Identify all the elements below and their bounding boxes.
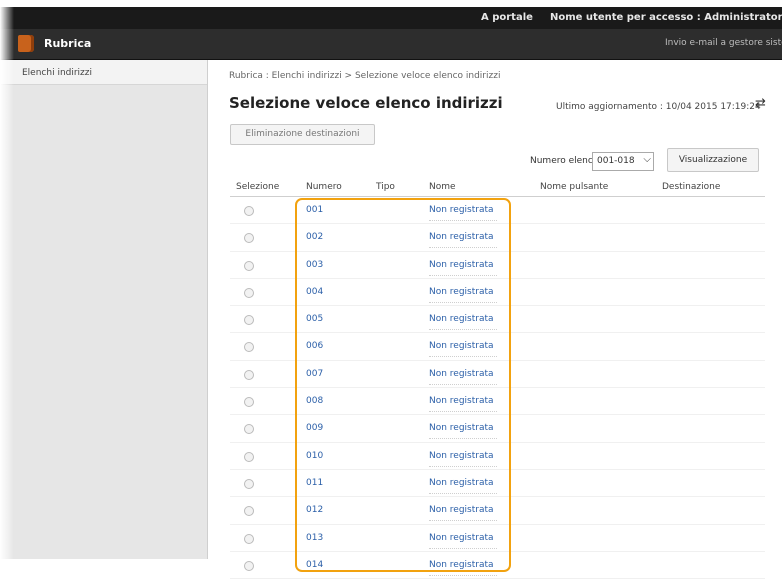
name-link[interactable]: Non registrata: [429, 478, 494, 488]
brand-bar: Rubrica Invio e-mail a gestore sistema: [0, 29, 782, 60]
table-row: 001 Non registrata: [230, 197, 765, 225]
number-link[interactable]: 007: [306, 369, 323, 379]
name-link[interactable]: Non registrata: [429, 287, 494, 297]
col-header-numero: Numero: [306, 182, 342, 192]
name-link[interactable]: Non registrata: [429, 533, 494, 543]
select-radio[interactable]: [244, 315, 254, 326]
table-row: 002 Non registrata: [230, 224, 765, 252]
name-link[interactable]: Non registrata: [429, 560, 494, 570]
delete-destinations-button[interactable]: Eliminazione destinazioni: [230, 124, 375, 145]
number-link[interactable]: 004: [306, 287, 323, 297]
table-row: 010 Non registrata: [230, 443, 765, 470]
name-link[interactable]: Non registrata: [429, 205, 494, 215]
refresh-icon[interactable]: ⇄: [755, 97, 769, 111]
select-radio[interactable]: [244, 287, 254, 298]
col-header-nome-pulsante: Nome pulsante: [540, 182, 609, 192]
name-link[interactable]: Non registrata: [429, 260, 494, 270]
user-logout-info[interactable]: Nome utente per accesso : Administrator …: [550, 12, 782, 23]
table-row: 012 Non registrata: [230, 497, 765, 525]
name-link[interactable]: Non registrata: [429, 232, 494, 242]
number-link[interactable]: 009: [306, 423, 323, 433]
number-link[interactable]: 012: [306, 505, 323, 515]
address-table: Selezione Numero Tipo Nome Nome pulsante…: [230, 178, 765, 579]
number-link[interactable]: 010: [306, 451, 323, 461]
select-radio[interactable]: [244, 506, 254, 517]
list-number-select[interactable]: 001-018 ⌵: [592, 152, 654, 171]
col-header-selezione: Selezione: [236, 182, 280, 192]
name-link[interactable]: Non registrata: [429, 396, 494, 406]
number-link[interactable]: 013: [306, 533, 323, 543]
main-content: Rubrica : Elenchi indirizzi > Selezione …: [208, 60, 782, 579]
sidebar-item-address-lists[interactable]: Elenchi indirizzi: [0, 60, 207, 85]
name-link[interactable]: Non registrata: [429, 505, 494, 515]
select-radio[interactable]: [244, 397, 254, 408]
table-header: Selezione Numero Tipo Nome Nome pulsante…: [230, 178, 765, 197]
breadcrumb: Rubrica : Elenchi indirizzi > Selezione …: [229, 71, 501, 81]
select-radio[interactable]: [244, 369, 254, 380]
mail-admin-link[interactable]: Invio e-mail a gestore sistema: [665, 38, 782, 48]
col-header-destinazione: Destinazione: [662, 182, 721, 192]
table-row: 014 Non registrata: [230, 552, 765, 579]
list-number-value: 001-018: [597, 156, 635, 166]
top-bar: A portale Nome utente per accesso : Admi…: [0, 7, 782, 29]
name-link[interactable]: Non registrata: [429, 369, 494, 379]
select-radio[interactable]: [244, 478, 254, 489]
select-radio[interactable]: [244, 533, 254, 544]
select-radio[interactable]: [244, 342, 254, 353]
number-link[interactable]: 003: [306, 260, 323, 270]
table-row: 011 Non registrata: [230, 470, 765, 498]
select-radio[interactable]: [244, 260, 254, 271]
address-book-icon: [18, 35, 34, 52]
select-radio[interactable]: [244, 233, 254, 244]
number-link[interactable]: 005: [306, 314, 323, 324]
view-button[interactable]: Visualizzazione: [667, 148, 759, 172]
table-row: 013 Non registrata: [230, 525, 765, 552]
table-row: 009 Non registrata: [230, 415, 765, 443]
number-link[interactable]: 006: [306, 341, 323, 351]
name-link[interactable]: Non registrata: [429, 341, 494, 351]
name-link[interactable]: Non registrata: [429, 423, 494, 433]
number-link[interactable]: 001: [306, 205, 323, 215]
name-link[interactable]: Non registrata: [429, 314, 494, 324]
number-link[interactable]: 014: [306, 560, 323, 570]
app-title: Rubrica: [44, 37, 92, 50]
chevron-down-icon: ⌵: [643, 154, 651, 165]
select-radio[interactable]: [244, 451, 254, 462]
name-link[interactable]: Non registrata: [429, 451, 494, 461]
table-row: 005 Non registrata: [230, 306, 765, 334]
col-header-nome: Nome: [429, 182, 456, 192]
select-radio[interactable]: [244, 206, 254, 216]
select-radio[interactable]: [244, 560, 254, 571]
page-title: Selezione veloce elenco indirizzi: [229, 94, 503, 112]
number-link[interactable]: 008: [306, 396, 323, 406]
table-row: 008 Non registrata: [230, 388, 765, 416]
number-link[interactable]: 002: [306, 232, 323, 242]
select-radio[interactable]: [244, 424, 254, 435]
col-header-tipo: Tipo: [376, 182, 395, 192]
table-row: 006 Non registrata: [230, 333, 765, 361]
portal-link[interactable]: A portale: [481, 12, 533, 23]
sidebar: Elenchi indirizzi: [0, 60, 208, 559]
number-link[interactable]: 011: [306, 478, 323, 488]
table-row: 003 Non registrata: [230, 252, 765, 279]
last-update-text: Ultimo aggiornamento : 10/04 2015 17:19:…: [556, 102, 761, 112]
table-row: 007 Non registrata: [230, 361, 765, 389]
table-row: 004 Non registrata: [230, 279, 765, 307]
